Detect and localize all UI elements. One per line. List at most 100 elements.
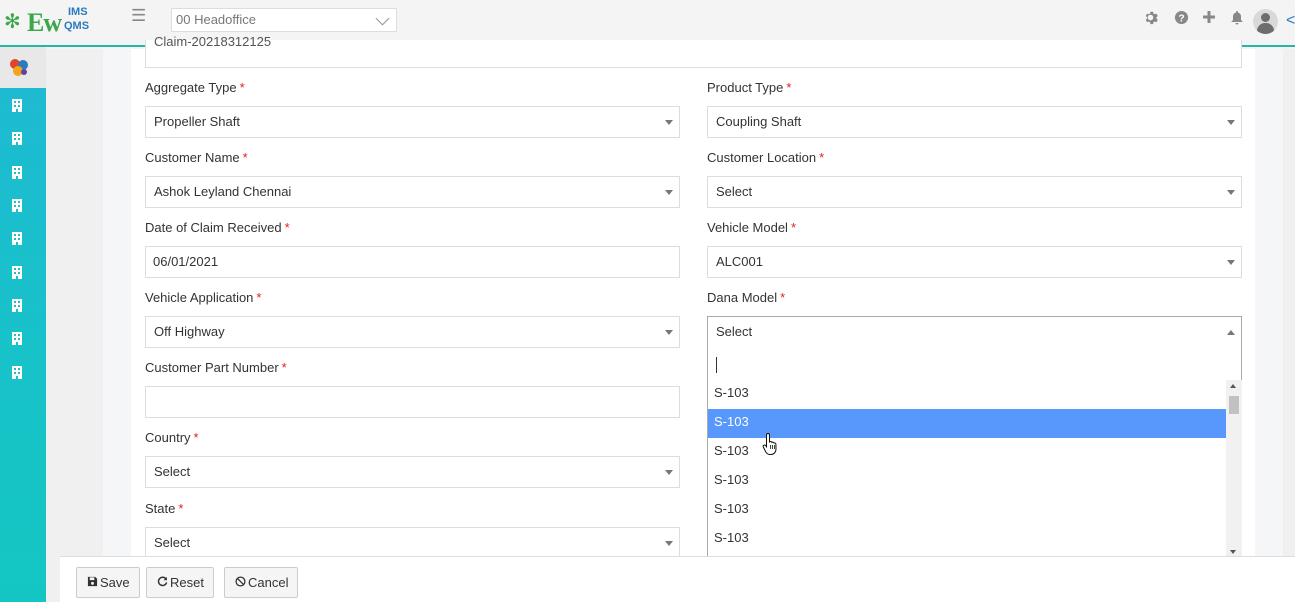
aggregate-type-select[interactable]: Propeller Shaft bbox=[145, 106, 680, 138]
save-button-label: Save bbox=[100, 575, 130, 590]
building-icon bbox=[12, 366, 22, 379]
vehicle-application-value: Off Highway bbox=[154, 324, 225, 339]
reset-button[interactable]: Reset bbox=[146, 567, 214, 598]
sidebar-item-building-4[interactable] bbox=[11, 199, 23, 212]
building-icon bbox=[12, 266, 22, 279]
building-icon bbox=[12, 99, 22, 112]
state-select[interactable]: Select bbox=[145, 527, 680, 559]
dropdown-option[interactable]: S-103 bbox=[708, 438, 1226, 467]
user-avatar-icon[interactable] bbox=[1253, 9, 1278, 34]
sidebar-item-building-3[interactable] bbox=[11, 166, 23, 179]
ewims-qms-logo[interactable]: ✻ Ew IMS QMS bbox=[4, 6, 99, 38]
plus-icon[interactable] bbox=[1201, 10, 1217, 26]
date-of-claim-label: Date of Claim Received * bbox=[145, 220, 290, 235]
caret-down-icon bbox=[665, 190, 673, 195]
dropdown-option[interactable]: S-103 bbox=[708, 525, 1226, 554]
dropdown-option[interactable]: S-103 bbox=[708, 467, 1226, 496]
building-icon bbox=[12, 199, 22, 212]
required-asterisk: * bbox=[819, 150, 825, 165]
product-type-value: Coupling Shaft bbox=[716, 114, 802, 129]
country-value: Select bbox=[154, 464, 191, 479]
caret-down-icon bbox=[1227, 120, 1235, 125]
caret-down-icon bbox=[1227, 190, 1235, 195]
caret-down-icon bbox=[665, 541, 673, 546]
dropdown-options-list: S-103 S-103 S-103 S-103 S-103 S-103 bbox=[708, 380, 1226, 560]
floppy-disk-icon bbox=[87, 569, 98, 598]
caret-down-icon bbox=[1227, 260, 1235, 265]
customer-part-number-input[interactable] bbox=[145, 386, 680, 418]
aggregate-type-value: Propeller Shaft bbox=[154, 114, 240, 129]
dana-model-value: Select bbox=[716, 324, 753, 339]
state-value: Select bbox=[154, 535, 191, 550]
claim-number-field[interactable]: Claim-20218312125 bbox=[145, 34, 1242, 68]
logo-ims-text: IMS bbox=[68, 6, 88, 18]
scroll-up-arrow-icon[interactable] bbox=[1230, 384, 1236, 388]
text-cursor bbox=[716, 357, 717, 373]
vehicle-application-label: Vehicle Application * bbox=[145, 290, 262, 305]
scrollbar-thumb[interactable] bbox=[1229, 396, 1239, 414]
sidebar-item-building-8[interactable] bbox=[11, 332, 23, 345]
customer-name-select[interactable]: Ashok Leyland Chennai bbox=[145, 176, 680, 208]
dana-model-select[interactable]: Select bbox=[707, 316, 1242, 348]
sidebar-item-building-5[interactable] bbox=[11, 232, 23, 245]
vehicle-model-label: Vehicle Model * bbox=[707, 220, 797, 235]
aggregate-type-label: Aggregate Type * bbox=[145, 80, 245, 95]
svg-text:?: ? bbox=[1178, 13, 1184, 24]
customer-name-label: Customer Name * bbox=[145, 150, 248, 165]
save-button[interactable]: Save bbox=[76, 567, 140, 598]
refresh-icon bbox=[157, 569, 168, 598]
building-icon bbox=[12, 332, 22, 345]
product-type-select[interactable]: Coupling Shaft bbox=[707, 106, 1242, 138]
gear-icon[interactable] bbox=[1142, 10, 1158, 26]
claim-number-value: Claim-20218312125 bbox=[154, 34, 272, 49]
customer-location-select[interactable]: Select bbox=[707, 176, 1242, 208]
dana-model-label: Dana Model * bbox=[707, 290, 786, 305]
sidebar-item-building-1[interactable] bbox=[11, 99, 23, 112]
logo-qms-text: QMS bbox=[64, 20, 90, 32]
date-of-claim-value: 06/01/2021 bbox=[153, 254, 219, 269]
puzzle-logo-icon bbox=[10, 59, 28, 76]
sidebar-item-building-6[interactable] bbox=[11, 266, 23, 279]
building-icon bbox=[12, 166, 22, 179]
scroll-down-arrow-icon[interactable] bbox=[1230, 550, 1236, 554]
vehicle-model-select[interactable]: ALC001 bbox=[707, 246, 1242, 278]
caret-down-icon bbox=[665, 470, 673, 475]
sidebar-item-building-2[interactable] bbox=[11, 132, 23, 145]
required-asterisk: * bbox=[242, 150, 248, 165]
required-asterisk: * bbox=[281, 360, 287, 375]
office-select-value: 00 Headoffice bbox=[176, 12, 256, 27]
dropdown-option[interactable]: S-103 bbox=[708, 380, 1226, 409]
required-asterisk: * bbox=[178, 501, 184, 516]
building-icon bbox=[12, 232, 22, 245]
required-asterisk: * bbox=[239, 80, 245, 95]
customer-name-value: Ashok Leyland Chennai bbox=[154, 184, 292, 199]
help-icon[interactable]: ? bbox=[1173, 10, 1189, 26]
customer-part-number-label: Customer Part Number * bbox=[145, 360, 287, 375]
sidebar bbox=[0, 47, 46, 602]
required-asterisk: * bbox=[284, 220, 290, 235]
bell-icon[interactable] bbox=[1229, 10, 1245, 26]
share-icon[interactable]: < bbox=[1286, 12, 1295, 30]
customer-location-value: Select bbox=[716, 184, 753, 199]
office-select[interactable]: 00 Headoffice bbox=[171, 8, 397, 32]
dropdown-option[interactable]: S-103 bbox=[708, 496, 1226, 525]
customer-location-label: Customer Location * bbox=[707, 150, 825, 165]
sidebar-logo[interactable] bbox=[0, 47, 46, 88]
dropdown-search-input[interactable] bbox=[712, 351, 1237, 377]
country-label: Country * bbox=[145, 430, 199, 445]
date-of-claim-input[interactable]: 06/01/2021 bbox=[145, 246, 680, 278]
sidebar-item-building-9[interactable] bbox=[11, 366, 23, 379]
caret-up-icon bbox=[1227, 330, 1235, 335]
vehicle-model-value: ALC001 bbox=[716, 254, 763, 269]
required-asterisk: * bbox=[790, 220, 797, 235]
vehicle-application-select[interactable]: Off Highway bbox=[145, 316, 680, 348]
dropdown-scrollbar[interactable] bbox=[1226, 380, 1242, 560]
cancel-button[interactable]: Cancel bbox=[224, 567, 299, 598]
chevron-down-icon bbox=[375, 11, 390, 26]
cancel-button-label: Cancel bbox=[248, 575, 289, 590]
hamburger-menu-icon[interactable]: ☰ bbox=[131, 7, 146, 24]
country-select[interactable]: Select bbox=[145, 456, 680, 488]
sidebar-item-building-7[interactable] bbox=[11, 299, 23, 312]
flower-logo-icon: ✻ bbox=[4, 11, 21, 33]
dropdown-option-highlighted[interactable]: S-103 bbox=[708, 409, 1226, 438]
